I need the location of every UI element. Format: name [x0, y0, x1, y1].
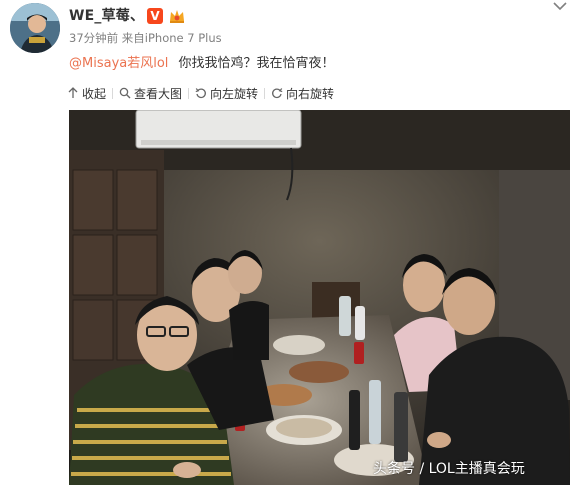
author-avatar[interactable] — [10, 3, 60, 53]
image-toolbar: 收起 查看大图 向左旋转 向右旋转 — [67, 84, 334, 102]
verified-badge[interactable]: V — [147, 8, 163, 24]
view-large-label: 查看大图 — [134, 86, 183, 101]
arrow-up-icon — [68, 87, 78, 98]
crown-badge-icon[interactable] — [168, 7, 186, 25]
view-large-button[interactable]: 查看大图 — [119, 85, 182, 102]
post-meta: 37分钟前 来自iPhone 7 Plus — [69, 31, 222, 45]
rotate-left-label: 向左旋转 — [210, 86, 259, 101]
post-photo[interactable] — [69, 110, 570, 485]
rotate-left-icon — [195, 88, 206, 99]
chevron-down-icon[interactable] — [553, 1, 567, 11]
photo-watermark: 头条号 / LOL主播真会玩 — [373, 461, 525, 477]
toolbar-divider — [112, 87, 114, 99]
magnifier-icon — [119, 87, 131, 99]
collapse-label: 收起 — [82, 86, 107, 101]
weibo-post: WE_草莓、 V 37分钟前 来自iPhone 7 Plus @Misaya若风… — [0, 0, 578, 487]
toolbar-divider — [264, 87, 266, 99]
photo-scene — [69, 110, 570, 485]
collapse-button[interactable]: 收起 — [67, 85, 106, 102]
rotate-right-label: 向右旋转 — [286, 86, 335, 101]
avatar-image — [10, 3, 60, 53]
author-name[interactable]: WE_草莓、 — [69, 5, 144, 25]
rotate-right-icon — [272, 88, 283, 99]
post-text: 你找我恰鸡？我在恰宵夜！ — [178, 56, 335, 71]
mention-link[interactable]: @Misaya若风lol — [69, 56, 168, 71]
rotate-left-button[interactable]: 向左旋转 — [195, 85, 258, 102]
rotate-right-button[interactable]: 向右旋转 — [271, 85, 334, 102]
toolbar-divider — [188, 87, 190, 99]
post-content: @Misaya若风lol 你找我恰鸡？我在恰宵夜！ — [69, 52, 335, 71]
